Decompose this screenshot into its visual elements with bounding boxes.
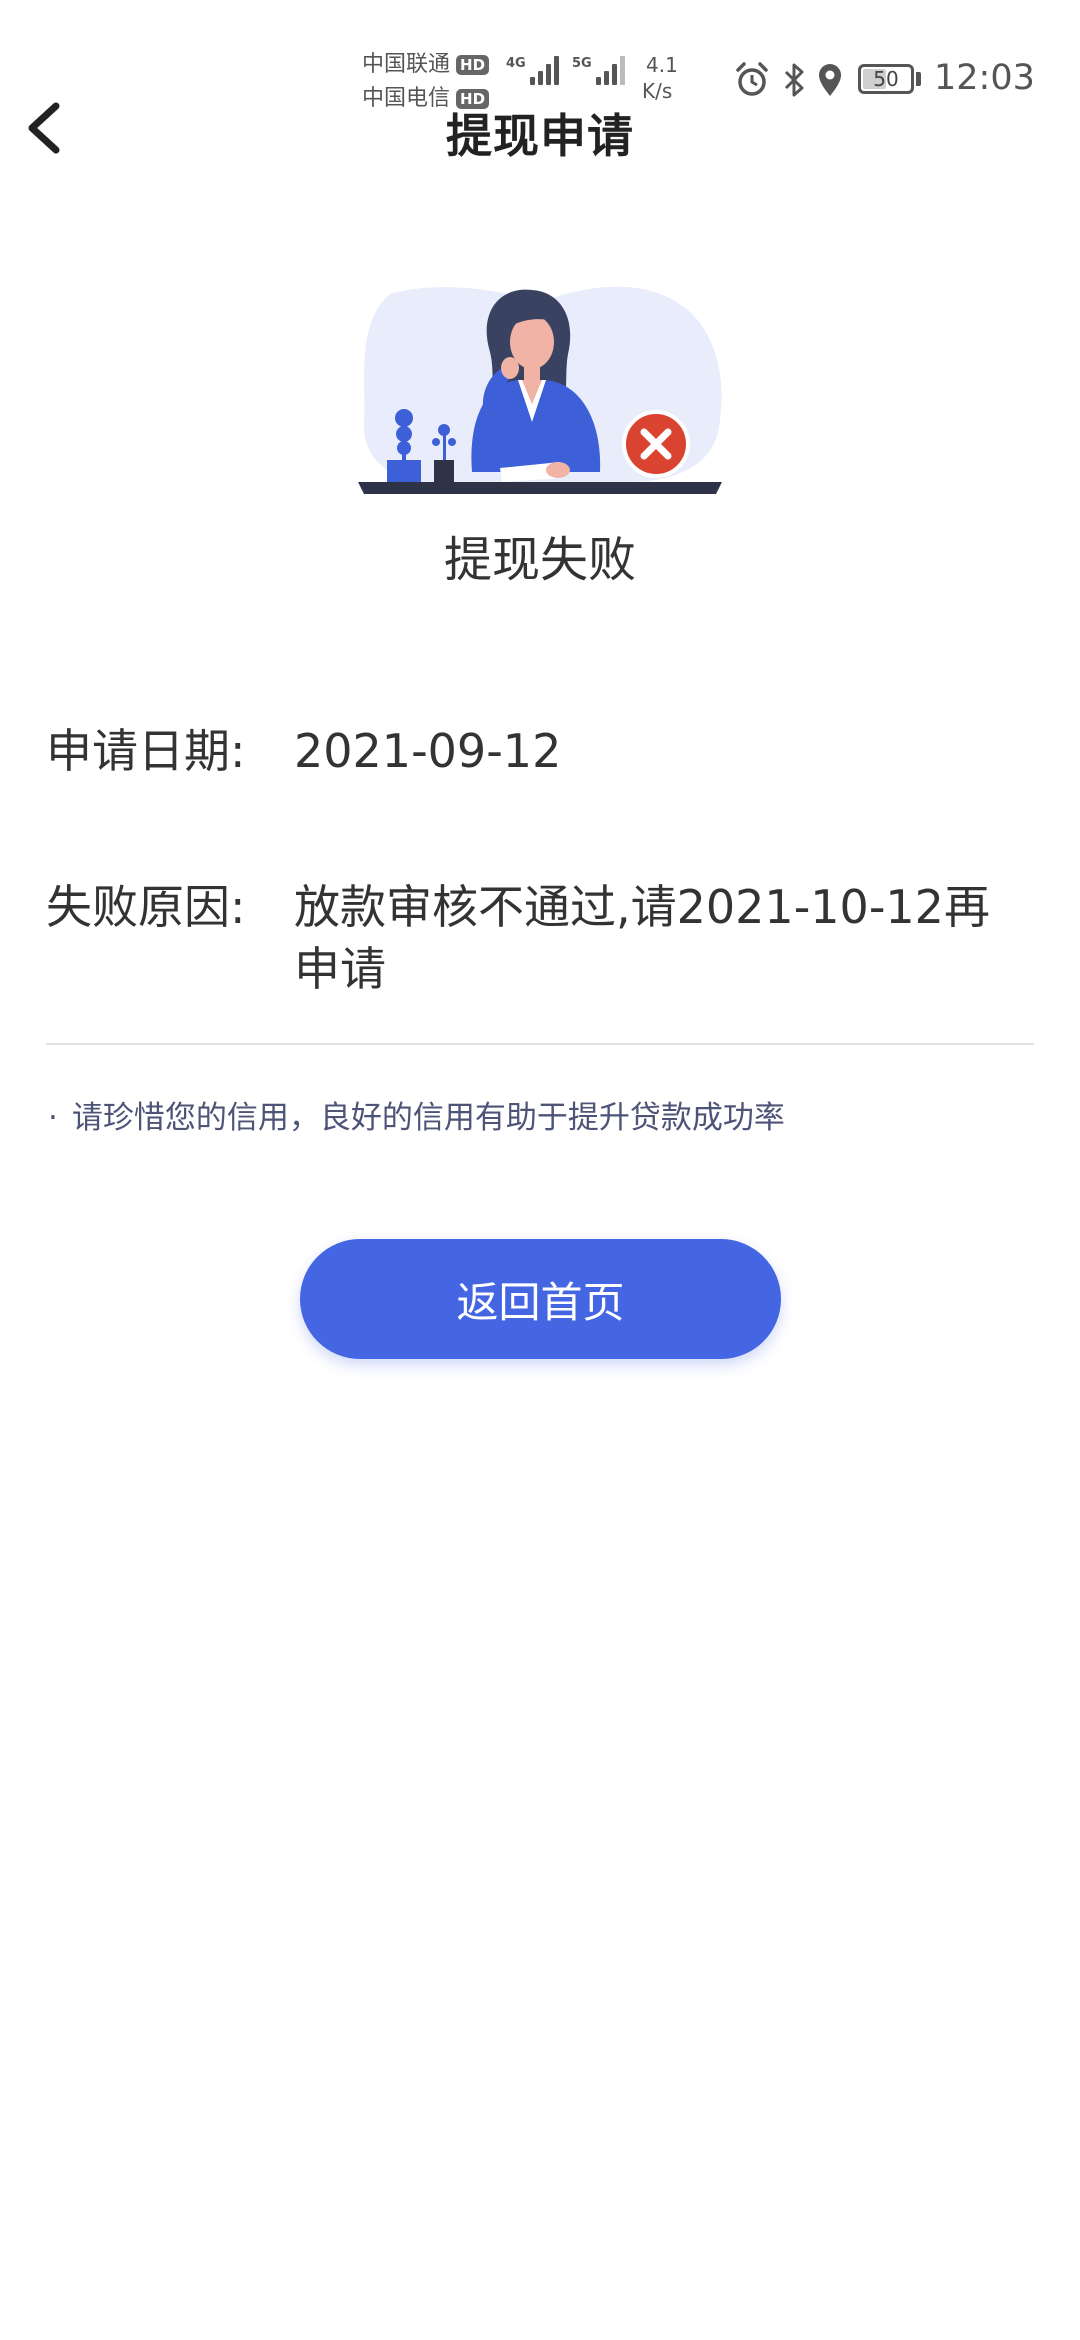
credit-tip: · 请珍惜您的信用，良好的信用有助于提升贷款成功率 (48, 1092, 785, 1137)
status-time: 12:03 (934, 58, 1035, 98)
signal-4g-icon: 4G (506, 56, 562, 85)
location-icon (819, 64, 841, 96)
apply-date-value: 2021-09-12 (294, 724, 562, 778)
return-home-button[interactable]: 返回首页 (300, 1239, 781, 1359)
page-title: 提现申请 (446, 109, 634, 163)
signal-5g-icon: 5G (572, 56, 628, 85)
battery-cap (916, 72, 921, 86)
fail-reason-label: 失败原因: (46, 880, 246, 934)
hd-badge: HD (456, 55, 490, 75)
apply-date-row: 申请日期: 2021-09-12 (46, 720, 1034, 782)
withdrawal-failed-illustration (358, 286, 722, 494)
result-status-text: 提现失败 (443, 532, 636, 588)
fail-reason-row: 失败原因: 放款审核不通过,请2021-10-12再申请 (46, 876, 1034, 1000)
tip-bullet: · (48, 1100, 58, 1136)
alarm-icon (736, 62, 768, 96)
apply-date-label: 申请日期: (46, 724, 246, 778)
battery-icon: 50 (858, 64, 914, 94)
fail-reason-value: 放款审核不通过,请2021-10-12再申请 (294, 880, 990, 996)
bluetooth-icon (784, 63, 804, 97)
carrier-1-name: 中国联通 (362, 52, 451, 77)
tip-text: 请珍惜您的信用，良好的信用有助于提升贷款成功率 (71, 1100, 785, 1136)
battery-level: 50 (873, 67, 899, 91)
divider (46, 1043, 1034, 1045)
network-speed: 4.1 K/s (642, 53, 678, 103)
